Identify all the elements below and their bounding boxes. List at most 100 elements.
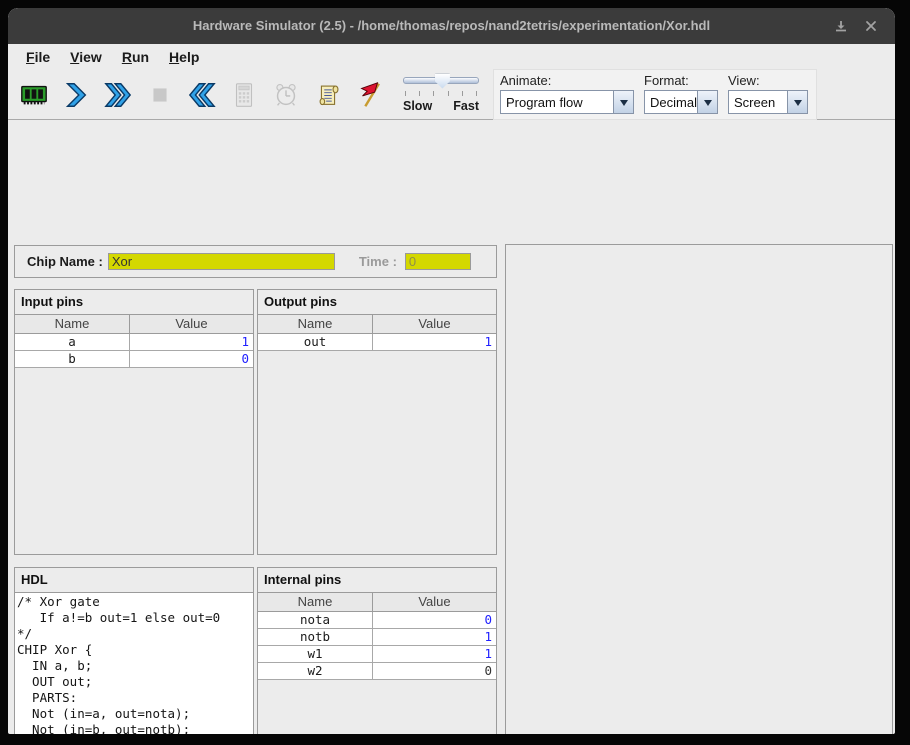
table-row[interactable]: nota 0 (258, 612, 496, 629)
format-dropdown-button[interactable] (697, 91, 717, 113)
calculator-button[interactable] (223, 73, 265, 117)
pin-name: notb (258, 629, 373, 645)
chip-name-label: Chip Name : (27, 254, 103, 269)
pin-name: w2 (258, 663, 373, 679)
menu-run[interactable]: Run (112, 46, 159, 68)
time-label: Time : (359, 254, 397, 269)
table-row[interactable]: b 0 (15, 351, 253, 368)
pin-value[interactable]: 1 (130, 334, 253, 350)
chip-header-panel: Chip Name : Xor Time : 0 (14, 245, 497, 278)
table-row[interactable]: w2 0 (258, 663, 496, 680)
view-label: View: (728, 73, 808, 88)
menubar: File View Run Help (8, 44, 895, 70)
rewind-icon (187, 80, 217, 110)
breakpoints-button[interactable] (349, 73, 391, 117)
scroll-icon (313, 80, 343, 110)
internal-pins-title: Internal pins (258, 568, 496, 593)
view-select[interactable]: Screen (728, 90, 808, 114)
chip-name-field[interactable]: Xor (108, 253, 335, 270)
column-header-value: Value (373, 593, 496, 611)
step-forward-icon (61, 80, 91, 110)
chip-view-panel (505, 244, 893, 734)
hdl-panel: HDL /* Xor gate If a!=b out=1 else out=0… (14, 567, 254, 734)
desktop-frame: Hardware Simulator (2.5) - /home/thomas/… (0, 0, 910, 745)
pin-value: 0 (373, 663, 496, 679)
alarm-clock-icon (271, 80, 301, 110)
reset-button[interactable] (181, 73, 223, 117)
hdl-code-view[interactable]: /* Xor gate If a!=b out=1 else out=0 */ … (15, 593, 253, 734)
toolbar: Slow Fast Animate: Program flow Format: … (8, 70, 895, 120)
single-step-button[interactable] (55, 73, 97, 117)
table-row[interactable]: a 1 (15, 334, 253, 351)
column-header-value: Value (373, 315, 496, 333)
output-pins-header-row: Name Value (258, 315, 496, 334)
menu-view[interactable]: View (60, 46, 112, 68)
animate-select[interactable]: Program flow (500, 90, 634, 114)
app-window: Hardware Simulator (2.5) - /home/thomas/… (8, 8, 895, 734)
table-row[interactable]: notb 1 (258, 629, 496, 646)
time-field: 0 (405, 253, 471, 270)
menu-file[interactable]: File (16, 46, 60, 68)
pin-value: 1 (373, 629, 496, 645)
pin-name: nota (258, 612, 373, 628)
main-content: Chip Name : Xor Time : 0 Input pins Name… (8, 120, 895, 734)
input-pins-title: Input pins (15, 290, 253, 315)
pin-name: a (15, 334, 130, 350)
chevron-down-icon (620, 100, 628, 110)
table-row[interactable]: w1 1 (258, 646, 496, 663)
chevron-down-icon (704, 100, 712, 110)
fast-forward-icon (103, 80, 133, 110)
output-pins-panel: Output pins Name Value out 1 (257, 289, 497, 555)
pin-name: out (258, 334, 373, 350)
stop-square-icon (145, 80, 175, 110)
minimize-icon (833, 18, 849, 34)
close-button[interactable] (863, 18, 879, 34)
hdl-title: HDL (15, 568, 253, 593)
calculator-icon (229, 80, 259, 110)
output-pins-title: Output pins (258, 290, 496, 315)
menu-help[interactable]: Help (159, 46, 209, 68)
window-title: Hardware Simulator (2.5) - /home/thomas/… (8, 8, 895, 44)
speed-slider[interactable]: Slow Fast (403, 72, 479, 118)
column-header-name: Name (15, 315, 130, 333)
view-selected-value: Screen (729, 91, 787, 113)
format-selected-value: Decimal (645, 91, 697, 113)
pin-value[interactable]: 0 (130, 351, 253, 367)
titlebar[interactable]: Hardware Simulator (2.5) - /home/thomas/… (8, 8, 895, 44)
load-script-button[interactable] (307, 73, 349, 117)
column-header-name: Name (258, 593, 373, 611)
toolbar-dropdowns: Animate: Program flow Format: Decimal Vi… (493, 69, 817, 120)
format-select[interactable]: Decimal (644, 90, 718, 114)
view-dropdown-button[interactable] (787, 91, 807, 113)
input-pins-header-row: Name Value (15, 315, 253, 334)
speed-slider-ticks (405, 91, 477, 96)
pin-name: b (15, 351, 130, 367)
column-header-value: Value (130, 315, 253, 333)
hdl-code: /* Xor gate If a!=b out=1 else out=0 */ … (15, 593, 253, 734)
chevron-down-icon (794, 100, 802, 110)
pin-name: w1 (258, 646, 373, 662)
pin-value: 1 (373, 646, 496, 662)
input-pins-panel: Input pins Name Value a 1 b 0 (14, 289, 254, 555)
format-label: Format: (644, 73, 718, 88)
internal-pins-header-row: Name Value (258, 593, 496, 612)
stop-button[interactable] (139, 73, 181, 117)
minimize-button[interactable] (833, 18, 849, 34)
animate-label: Animate: (500, 73, 634, 88)
pin-value: 0 (373, 612, 496, 628)
pin-value: 1 (373, 334, 496, 350)
animate-dropdown-button[interactable] (613, 91, 633, 113)
memory-chip-icon (19, 80, 49, 110)
animate-selected-value: Program flow (501, 91, 613, 113)
column-header-name: Name (258, 315, 373, 333)
close-icon (863, 18, 879, 34)
flag-icon (355, 80, 385, 110)
table-row[interactable]: out 1 (258, 334, 496, 351)
slider-fast-label: Fast (453, 99, 479, 113)
run-button[interactable] (97, 73, 139, 117)
clock-button[interactable] (265, 73, 307, 117)
load-chip-button[interactable] (13, 73, 55, 117)
slider-slow-label: Slow (403, 99, 432, 113)
internal-pins-panel: Internal pins Name Value nota 0 notb 1 w… (257, 567, 497, 734)
speed-slider-thumb[interactable] (435, 74, 450, 89)
